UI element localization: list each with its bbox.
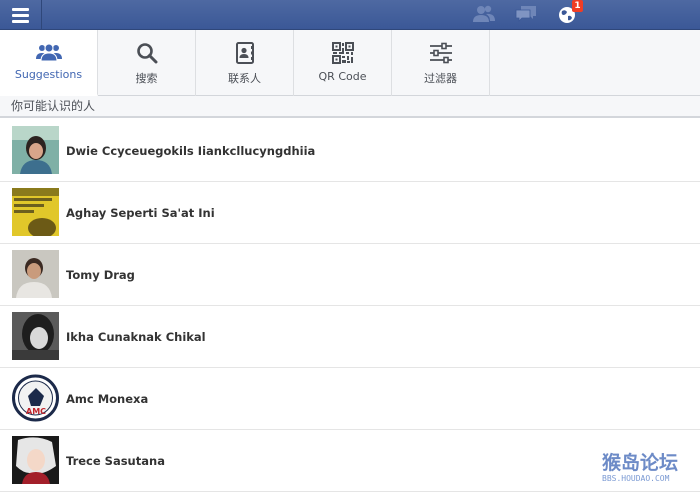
filter-sliders-icon	[429, 42, 452, 64]
search-icon	[136, 43, 157, 64]
list-item[interactable]: Aghay Seperti Sa'at Ini	[0, 182, 700, 244]
watermark-title: 猴岛论坛	[602, 452, 679, 474]
avatar[interactable]	[12, 250, 59, 298]
notification-badge: 1	[572, 0, 583, 12]
tab-label: 联系人	[228, 72, 261, 85]
friend-requests-icon[interactable]	[472, 4, 496, 28]
avatar[interactable]	[12, 188, 59, 236]
person-name[interactable]: Amc Monexa	[66, 368, 148, 430]
qr-code-icon	[331, 42, 354, 64]
person-name[interactable]: Dwie Ccyceuegokils Iiankcllucyngdhiia	[66, 120, 315, 182]
person-name[interactable]: Tomy Drag	[66, 244, 135, 306]
tab-qr-code[interactable]: QR Code	[294, 30, 392, 96]
list-item[interactable]: AMC Amc Monexa	[0, 368, 700, 430]
tab-label: 搜索	[135, 72, 158, 85]
tab-label: Suggestions	[14, 68, 83, 81]
menu-button[interactable]	[0, 0, 42, 30]
watermark: 猴岛论坛 BBS.HOUDAO.COM	[602, 452, 696, 490]
contacts-icon	[235, 42, 254, 64]
list-item[interactable]: Dwie Ccyceuegokils Iiankcllucyngdhiia	[0, 120, 700, 182]
avatar[interactable]: AMC	[12, 374, 59, 422]
tab-contacts[interactable]: 联系人	[196, 30, 294, 96]
avatar[interactable]	[12, 436, 59, 484]
tab-label: 过滤器	[424, 72, 457, 85]
tab-label: QR Code	[318, 70, 367, 83]
tab-filter[interactable]: 过滤器	[392, 30, 490, 96]
menu-icon-line	[12, 19, 29, 23]
menu-icon-line	[12, 13, 29, 17]
tab-suggestions[interactable]: Suggestions	[0, 30, 98, 96]
person-name[interactable]: Aghay Seperti Sa'at Ini	[66, 182, 215, 244]
svg-text:AMC: AMC	[26, 407, 46, 416]
list-item[interactable]: Tomy Drag	[0, 244, 700, 306]
tab-bar: Suggestions 搜索 联系人 QR Code 过滤器	[0, 30, 700, 96]
menu-icon-line	[12, 7, 29, 11]
person-name[interactable]: Trece Sasutana	[66, 430, 165, 492]
section-title: 你可能认识的人	[0, 96, 700, 118]
tab-search[interactable]: 搜索	[98, 30, 196, 96]
avatar[interactable]	[12, 126, 59, 174]
list-item[interactable]: Ikha Cunaknak Chikal	[0, 306, 700, 368]
people-icon	[35, 43, 62, 62]
avatar[interactable]	[12, 312, 59, 360]
person-name[interactable]: Ikha Cunaknak Chikal	[66, 306, 206, 368]
watermark-url: BBS.HOUDAO.COM	[602, 474, 670, 483]
people-list: Dwie Ccyceuegokils Iiankcllucyngdhiia Ag…	[0, 120, 700, 492]
list-item[interactable]: Trece Sasutana	[0, 430, 700, 492]
messages-icon[interactable]	[514, 4, 538, 28]
top-bar: 1	[0, 0, 700, 30]
